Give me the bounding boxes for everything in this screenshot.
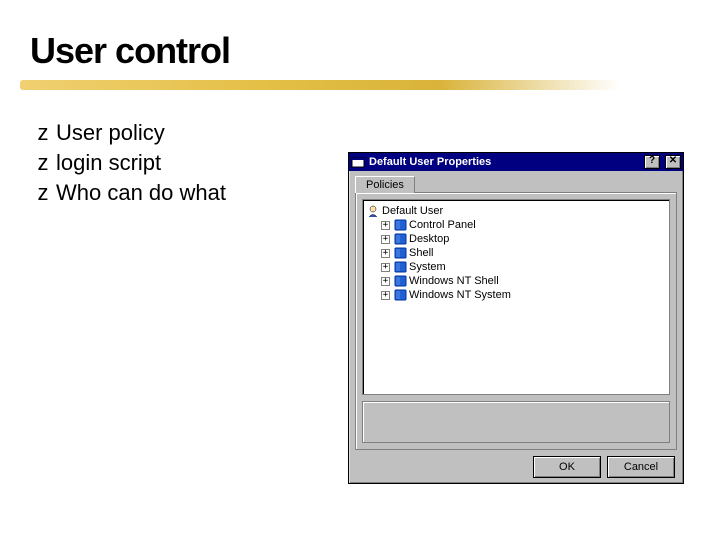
bullet-item: zlogin script: [32, 150, 226, 176]
description-panel: [362, 401, 670, 443]
tree-node[interactable]: + Shell: [381, 246, 665, 260]
tree-node[interactable]: + Windows NT System: [381, 288, 665, 302]
book-icon: [394, 219, 407, 231]
book-icon: [394, 289, 407, 301]
policy-tree[interactable]: Default User + Control Panel + Desktop + Sh…: [362, 199, 670, 395]
bullet-item: zUser policy: [32, 120, 226, 146]
expander-icon[interactable]: +: [381, 235, 390, 244]
bullet-item: zWho can do what: [32, 180, 226, 206]
book-icon: [394, 247, 407, 259]
tab-row: Policies: [355, 175, 677, 192]
system-icon: [351, 155, 365, 169]
bullet-icon: z: [32, 180, 54, 206]
slide-title: User control: [0, 0, 720, 80]
title-underline: [20, 80, 620, 90]
expander-icon[interactable]: +: [381, 221, 390, 230]
expander-icon[interactable]: +: [381, 277, 390, 286]
cancel-button[interactable]: Cancel: [607, 456, 675, 478]
tree-label: Control Panel: [409, 219, 476, 231]
tree-label: System: [409, 261, 446, 273]
expander-icon[interactable]: +: [381, 291, 390, 300]
book-icon: [394, 233, 407, 245]
bullet-text: Who can do what: [56, 180, 226, 206]
tree-label: Windows NT Shell: [409, 275, 499, 287]
bullet-icon: z: [32, 120, 54, 146]
tree-label: Shell: [409, 247, 433, 259]
titlebar[interactable]: Default User Properties ? ✕: [349, 153, 683, 171]
bullet-text: User policy: [56, 120, 165, 146]
tab-policies[interactable]: Policies: [355, 176, 415, 193]
tree-node[interactable]: + Control Panel: [381, 218, 665, 232]
bullet-list: zUser policy zlogin script zWho can do w…: [32, 120, 226, 210]
help-button[interactable]: ?: [644, 155, 660, 169]
tree-label: Default User: [382, 205, 443, 217]
tree-label: Windows NT System: [409, 289, 511, 301]
user-icon: [367, 205, 380, 217]
tree-root-node[interactable]: Default User: [367, 204, 665, 218]
titlebar-text: Default User Properties: [369, 156, 639, 168]
book-icon: [394, 261, 407, 273]
bullet-text: login script: [56, 150, 161, 176]
expander-icon[interactable]: +: [381, 263, 390, 272]
book-icon: [394, 275, 407, 287]
bullet-icon: z: [32, 150, 54, 176]
tree-label: Desktop: [409, 233, 449, 245]
properties-dialog: Default User Properties ? ✕ Policies Def…: [348, 152, 684, 484]
tree-node[interactable]: + System: [381, 260, 665, 274]
button-row: OK Cancel: [349, 456, 683, 484]
close-button[interactable]: ✕: [665, 155, 681, 169]
expander-icon[interactable]: +: [381, 249, 390, 258]
tree-node[interactable]: + Desktop: [381, 232, 665, 246]
ok-button[interactable]: OK: [533, 456, 601, 478]
tree-node[interactable]: + Windows NT Shell: [381, 274, 665, 288]
tab-page: Default User + Control Panel + Desktop + Sh…: [355, 192, 677, 450]
